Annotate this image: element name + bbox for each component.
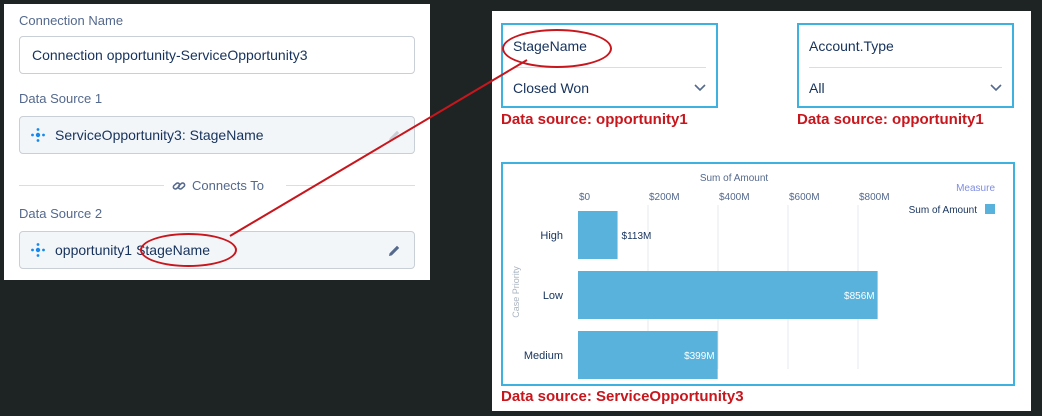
bar bbox=[578, 211, 618, 259]
x-tick-label: $800M bbox=[859, 192, 890, 203]
bar-value-label: $399M bbox=[684, 351, 715, 362]
account-type-filter[interactable]: Account.Type All bbox=[797, 23, 1014, 108]
category-label: High bbox=[540, 230, 563, 242]
dataset-icon bbox=[31, 243, 45, 257]
edit-pencil-icon[interactable] bbox=[386, 128, 402, 144]
dataset-icon bbox=[31, 128, 45, 142]
legend-swatch bbox=[985, 204, 995, 214]
bar-value-label: $856M bbox=[844, 291, 875, 302]
filter-title: StageName bbox=[513, 38, 587, 54]
chart-title: Sum of Amount bbox=[700, 173, 769, 184]
bar bbox=[578, 271, 878, 319]
data-source-1-value: ServiceOpportunity3: StageName bbox=[55, 127, 264, 143]
filter-title: Account.Type bbox=[809, 38, 894, 54]
x-tick-label: $200M bbox=[649, 192, 680, 203]
chart-source-note: Data source: ServiceOpportunity3 bbox=[501, 388, 744, 405]
dashboard-panel: StageName Closed Won Account.Type All Da… bbox=[492, 11, 1031, 411]
legend-title: Measure bbox=[956, 183, 995, 194]
data-source-2-field[interactable]: opportunity1 StageName bbox=[19, 231, 415, 269]
filter-selected-value: Closed Won bbox=[513, 80, 590, 96]
filter-divider bbox=[513, 67, 706, 68]
bar-chart: Sum of Amount $0 $200M $400M $600M $800M Case … bbox=[511, 173, 995, 379]
stagename-source-note: Data source: opportunity1 bbox=[501, 111, 688, 128]
data-source-1-label: Data Source 1 bbox=[19, 91, 103, 106]
account-type-source-note: Data source: opportunity1 bbox=[797, 111, 984, 128]
bar-value-label: $113M bbox=[622, 231, 652, 242]
chevron-down-icon[interactable] bbox=[990, 84, 1002, 92]
data-source-1-field[interactable]: ServiceOpportunity3: StageName bbox=[19, 116, 415, 154]
connection-panel: Connection Name Connection opportunity-S… bbox=[4, 4, 430, 280]
category-label: Low bbox=[543, 290, 563, 302]
filter-divider bbox=[809, 67, 1002, 68]
stagename-filter[interactable]: StageName Closed Won bbox=[501, 23, 718, 108]
category-label: Medium bbox=[524, 350, 563, 362]
legend-label: Sum of Amount bbox=[909, 205, 978, 216]
y-axis-label: Case Priority bbox=[511, 266, 521, 318]
connection-name-label: Connection Name bbox=[19, 13, 124, 28]
x-tick-label: $0 bbox=[579, 192, 591, 203]
edit-pencil-icon[interactable] bbox=[386, 243, 402, 259]
data-source-2-value: opportunity1 StageName bbox=[55, 242, 210, 258]
connects-to: Connects To bbox=[172, 178, 264, 193]
data-source-2-dataset: opportunity1 bbox=[55, 242, 133, 258]
connection-name-value: Connection opportunity-ServiceOpportunit… bbox=[32, 47, 308, 63]
divider-left bbox=[19, 185, 164, 186]
x-tick-label: $600M bbox=[789, 192, 820, 203]
bar-chart-widget[interactable]: Sum of Amount $0 $200M $400M $600M $800M Case … bbox=[501, 162, 1015, 386]
link-icon bbox=[172, 181, 186, 190]
x-tick-label: $400M bbox=[719, 192, 750, 203]
filter-selected-value: All bbox=[809, 80, 825, 96]
data-source-2-label: Data Source 2 bbox=[19, 206, 103, 221]
connection-name-input[interactable]: Connection opportunity-ServiceOpportunit… bbox=[19, 36, 415, 74]
divider-right bbox=[286, 185, 415, 186]
connects-to-label: Connects To bbox=[192, 178, 265, 193]
data-source-2-field-name: StageName bbox=[136, 242, 210, 258]
chevron-down-icon[interactable] bbox=[694, 84, 706, 92]
